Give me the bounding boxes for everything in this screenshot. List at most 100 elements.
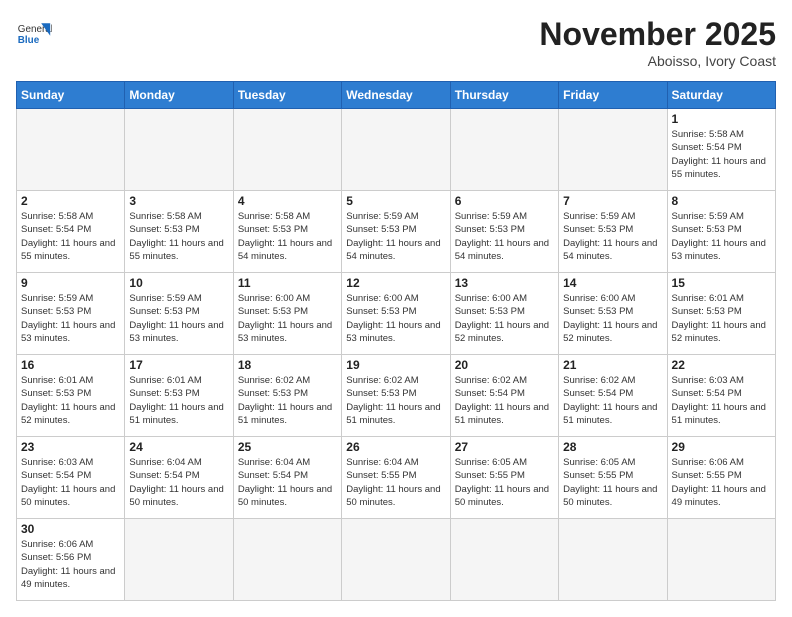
- day-number: 3: [129, 194, 228, 208]
- calendar-header-sunday: Sunday: [17, 82, 125, 109]
- day-cell: 27 Sunrise: 6:05 AMSunset: 5:55 PMDayligh…: [450, 437, 558, 519]
- day-number: 15: [672, 276, 771, 290]
- logo-icon: General Blue: [16, 16, 52, 52]
- day-cell: 10Sunrise: 5:59 AMSunset: 5:53 PMDayligh…: [125, 273, 233, 355]
- day-cell: 4Sunrise: 5:58 AMSunset: 5:53 PMDaylight…: [233, 191, 341, 273]
- calendar-header-wednesday: Wednesday: [342, 82, 450, 109]
- day-info: Sunrise: 5:59 AMSunset: 5:53 PMDaylight:…: [563, 210, 662, 263]
- day-info: Sunrise: 6:00 AMSunset: 5:53 PMDaylight:…: [238, 292, 337, 345]
- day-number: 5: [346, 194, 445, 208]
- day-number: 21: [563, 358, 662, 372]
- day-cell: [233, 109, 341, 191]
- day-cell: 14 Sunrise: 6:00 AMSunset: 5:53 PMDayligh…: [559, 273, 667, 355]
- day-info: Sunrise: 6:00 AMSunset: 5:53 PMDaylight:…: [455, 292, 554, 345]
- day-cell: 3 Sunrise: 5:58 AMSunset: 5:53 PMDaylight…: [125, 191, 233, 273]
- day-number: 1: [672, 112, 771, 126]
- day-info: Sunrise: 6:02 AMSunset: 5:53 PMDaylight:…: [238, 374, 337, 427]
- day-cell: 25Sunrise: 6:04 AMSunset: 5:54 PMDayligh…: [233, 437, 341, 519]
- calendar-header-tuesday: Tuesday: [233, 82, 341, 109]
- day-cell: 9 Sunrise: 5:59 AMSunset: 5:53 PMDaylight…: [17, 273, 125, 355]
- day-info: Sunrise: 6:05 AMSunset: 5:55 PMDaylight:…: [455, 456, 554, 509]
- day-number: 29: [672, 440, 771, 454]
- day-cell: 20 Sunrise: 6:02 AMSunset: 5:54 PMDayligh…: [450, 355, 558, 437]
- day-info: Sunrise: 6:02 AMSunset: 5:54 PMDaylight:…: [563, 374, 662, 427]
- day-info: Sunrise: 5:58 AMSunset: 5:54 PMDaylight:…: [672, 128, 771, 181]
- day-cell: 17 Sunrise: 6:01 AMSunset: 5:53 PMDayligh…: [125, 355, 233, 437]
- day-info: Sunrise: 6:04 AMSunset: 5:54 PMDaylight:…: [129, 456, 228, 509]
- day-number: 4: [238, 194, 337, 208]
- day-number: 20: [455, 358, 554, 372]
- day-cell: [450, 519, 558, 601]
- day-info: Sunrise: 5:59 AMSunset: 5:53 PMDaylight:…: [672, 210, 771, 263]
- day-cell: [17, 109, 125, 191]
- week-row-4: 16 Sunrise: 6:01 AMSunset: 5:53 PMDayligh…: [17, 355, 776, 437]
- day-info: Sunrise: 6:02 AMSunset: 5:54 PMDaylight:…: [455, 374, 554, 427]
- day-info: Sunrise: 6:04 AMSunset: 5:55 PMDaylight:…: [346, 456, 445, 509]
- day-cell: [450, 109, 558, 191]
- day-cell: 29 Sunrise: 6:06 AMSunset: 5:55 PMDayligh…: [667, 437, 775, 519]
- day-info: Sunrise: 6:06 AMSunset: 5:55 PMDaylight:…: [672, 456, 771, 509]
- title-block: November 2025 Aboisso, Ivory Coast: [539, 16, 776, 69]
- day-number: 8: [672, 194, 771, 208]
- day-cell: [342, 109, 450, 191]
- day-info: Sunrise: 6:04 AMSunset: 5:54 PMDaylight:…: [238, 456, 337, 509]
- day-info: Sunrise: 6:00 AMSunset: 5:53 PMDaylight:…: [563, 292, 662, 345]
- day-cell: 1 Sunrise: 5:58 AMSunset: 5:54 PMDaylight…: [667, 109, 775, 191]
- day-cell: 2 Sunrise: 5:58 AMSunset: 5:54 PMDaylight…: [17, 191, 125, 273]
- day-cell: 23 Sunrise: 6:03 AMSunset: 5:54 PMDayligh…: [17, 437, 125, 519]
- day-cell: [233, 519, 341, 601]
- day-cell: [125, 109, 233, 191]
- day-cell: 11Sunrise: 6:00 AMSunset: 5:53 PMDayligh…: [233, 273, 341, 355]
- day-cell: 8 Sunrise: 5:59 AMSunset: 5:53 PMDaylight…: [667, 191, 775, 273]
- day-cell: [667, 519, 775, 601]
- day-number: 9: [21, 276, 120, 290]
- day-info: Sunrise: 6:02 AMSunset: 5:53 PMDaylight:…: [346, 374, 445, 427]
- day-info: Sunrise: 6:05 AMSunset: 5:55 PMDaylight:…: [563, 456, 662, 509]
- day-number: 13: [455, 276, 554, 290]
- day-cell: 26 Sunrise: 6:04 AMSunset: 5:55 PMDayligh…: [342, 437, 450, 519]
- month-title: November 2025: [539, 16, 776, 53]
- day-number: 22: [672, 358, 771, 372]
- day-cell: 19 Sunrise: 6:02 AMSunset: 5:53 PMDayligh…: [342, 355, 450, 437]
- day-number: 16: [21, 358, 120, 372]
- week-row-1: 1 Sunrise: 5:58 AMSunset: 5:54 PMDaylight…: [17, 109, 776, 191]
- day-number: 24: [129, 440, 228, 454]
- day-cell: 30Sunrise: 6:06 AMSunset: 5:56 PMDayligh…: [17, 519, 125, 601]
- day-info: Sunrise: 5:59 AMSunset: 5:53 PMDaylight:…: [346, 210, 445, 263]
- day-number: 14: [563, 276, 662, 290]
- day-info: Sunrise: 6:03 AMSunset: 5:54 PMDaylight:…: [21, 456, 120, 509]
- day-cell: [559, 519, 667, 601]
- day-number: 26: [346, 440, 445, 454]
- calendar-header-saturday: Saturday: [667, 82, 775, 109]
- calendar: SundayMondayTuesdayWednesdayThursdayFrid…: [16, 81, 776, 601]
- day-number: 23: [21, 440, 120, 454]
- day-number: 30: [21, 522, 120, 536]
- calendar-header-thursday: Thursday: [450, 82, 558, 109]
- page-header: General Blue November 2025 Aboisso, Ivor…: [16, 16, 776, 69]
- day-info: Sunrise: 5:58 AMSunset: 5:53 PMDaylight:…: [129, 210, 228, 263]
- day-info: Sunrise: 6:01 AMSunset: 5:53 PMDaylight:…: [129, 374, 228, 427]
- day-number: 2: [21, 194, 120, 208]
- logo: General Blue: [16, 16, 52, 52]
- day-cell: [559, 109, 667, 191]
- day-cell: 15Sunrise: 6:01 AMSunset: 5:53 PMDayligh…: [667, 273, 775, 355]
- week-row-5: 23 Sunrise: 6:03 AMSunset: 5:54 PMDayligh…: [17, 437, 776, 519]
- day-info: Sunrise: 5:59 AMSunset: 5:53 PMDaylight:…: [21, 292, 120, 345]
- day-number: 27: [455, 440, 554, 454]
- day-cell: 28 Sunrise: 6:05 AMSunset: 5:55 PMDayligh…: [559, 437, 667, 519]
- day-cell: 16Sunrise: 6:01 AMSunset: 5:53 PMDayligh…: [17, 355, 125, 437]
- day-cell: 12Sunrise: 6:00 AMSunset: 5:53 PMDayligh…: [342, 273, 450, 355]
- day-info: Sunrise: 6:00 AMSunset: 5:53 PMDaylight:…: [346, 292, 445, 345]
- day-number: 17: [129, 358, 228, 372]
- location: Aboisso, Ivory Coast: [539, 53, 776, 69]
- calendar-header-friday: Friday: [559, 82, 667, 109]
- day-info: Sunrise: 5:58 AMSunset: 5:54 PMDaylight:…: [21, 210, 120, 263]
- day-cell: [342, 519, 450, 601]
- day-number: 28: [563, 440, 662, 454]
- day-cell: 22Sunrise: 6:03 AMSunset: 5:54 PMDayligh…: [667, 355, 775, 437]
- day-cell: 13 Sunrise: 6:00 AMSunset: 5:53 PMDayligh…: [450, 273, 558, 355]
- svg-text:Blue: Blue: [18, 35, 40, 46]
- day-number: 19: [346, 358, 445, 372]
- day-cell: [125, 519, 233, 601]
- day-cell: 6Sunrise: 5:59 AMSunset: 5:53 PMDaylight…: [450, 191, 558, 273]
